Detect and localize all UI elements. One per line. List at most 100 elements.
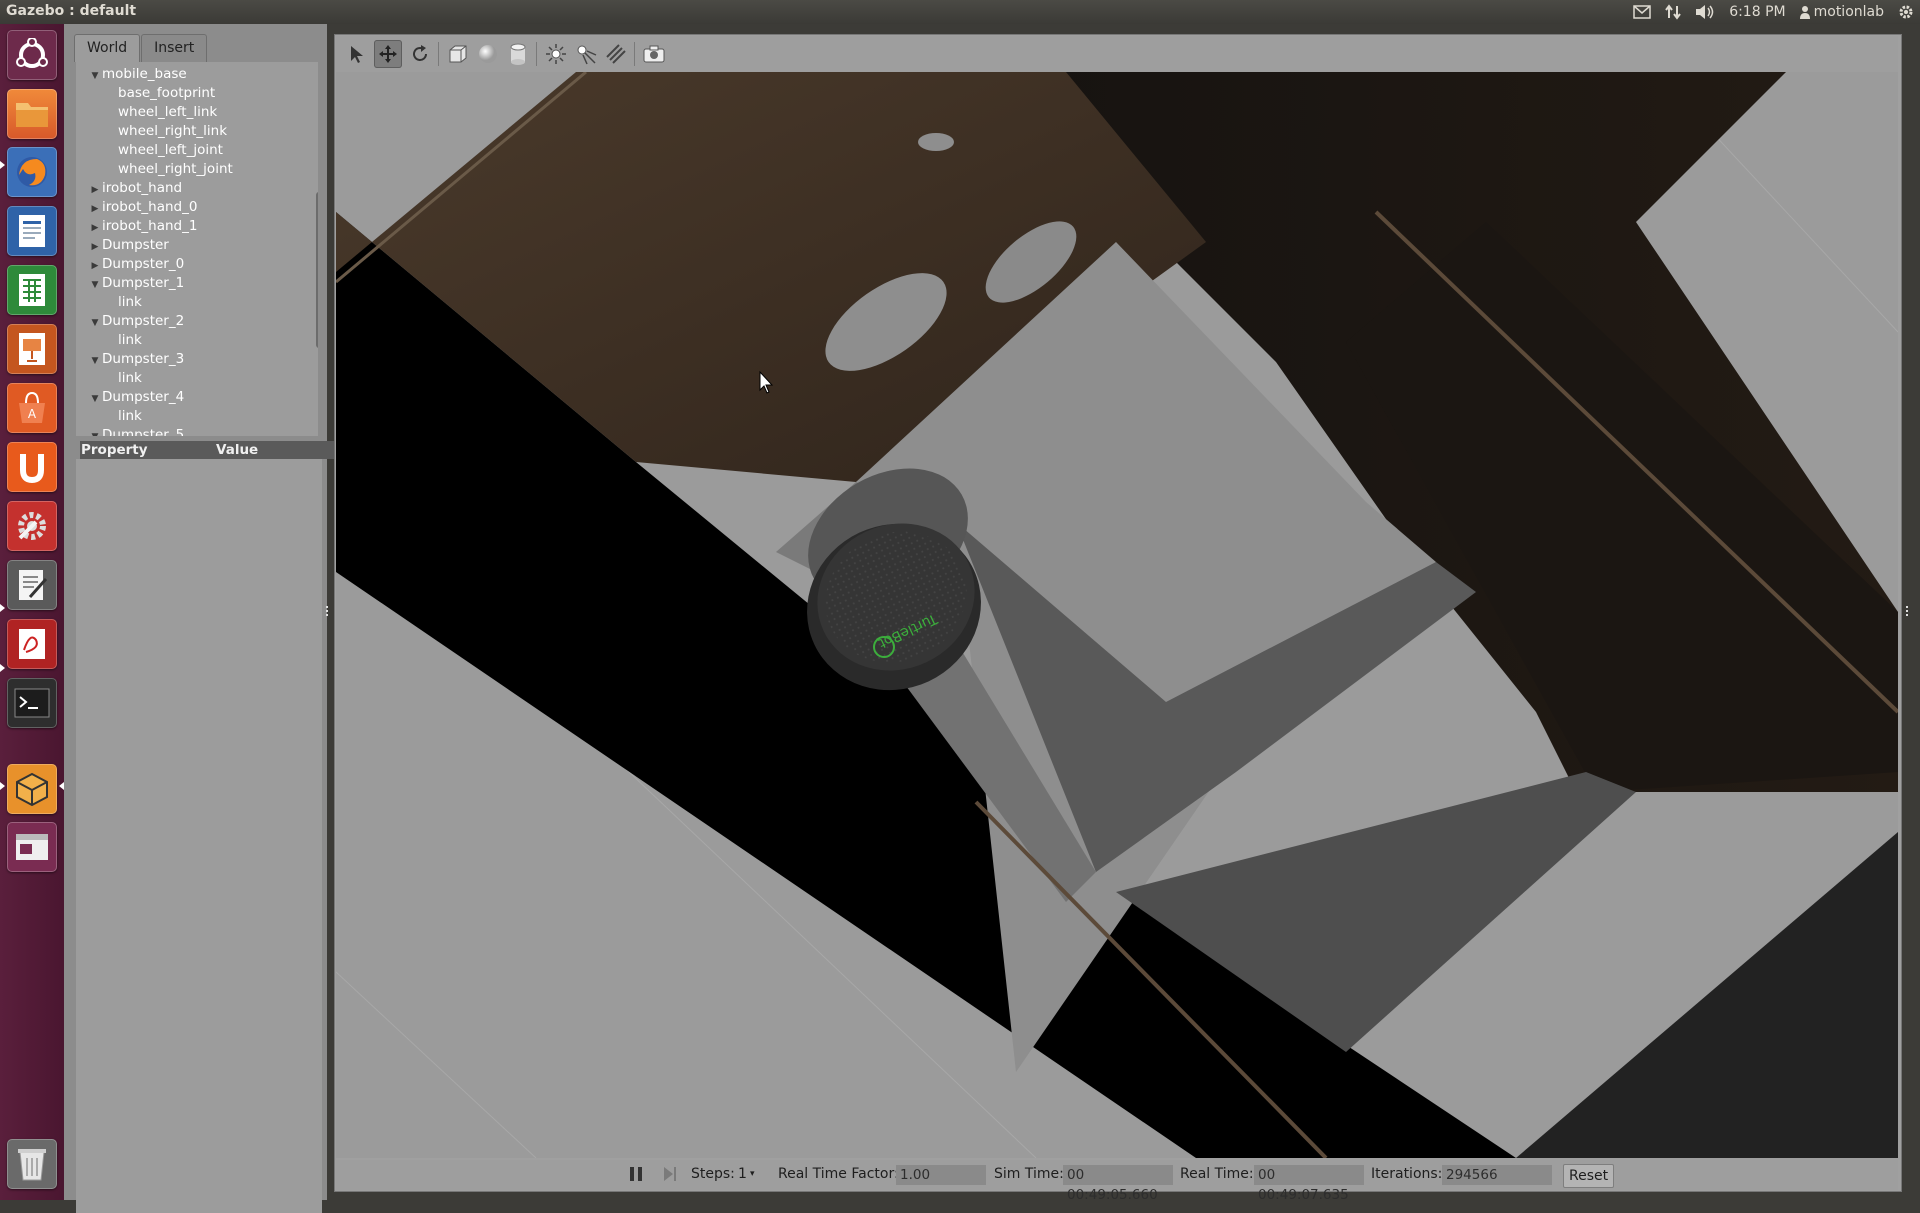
tree-item-label: Dumpster_2	[102, 313, 185, 329]
spot-light-icon[interactable]	[572, 40, 600, 68]
system-settings-icon[interactable]	[7, 501, 57, 551]
simulation-status-bar: Steps: 1 ▾ Real Time Factor: 1.00 Sim Ti…	[336, 1160, 1898, 1203]
reset-button[interactable]: Reset	[1563, 1164, 1615, 1188]
chevron-down-icon[interactable]: ▾	[750, 1169, 755, 1179]
tree-item[interactable]: wheel_left_link	[104, 103, 217, 122]
document-viewer-icon[interactable]	[7, 619, 57, 669]
tree-item-label: link	[118, 370, 142, 386]
dash-home-icon[interactable]	[7, 30, 57, 80]
tree-item-label: irobot_hand_0	[102, 199, 198, 215]
tree-item-label: Dumpster_0	[102, 256, 185, 272]
tree-item-label: irobot_hand_1	[102, 218, 198, 234]
expanded-arrow-icon[interactable]: ▼	[88, 314, 102, 333]
point-light-icon[interactable]	[542, 40, 570, 68]
mail-icon[interactable]	[1633, 5, 1651, 19]
sim-time-value: 00 00:49:05.660	[1063, 1165, 1173, 1203]
workspace-switcher-icon[interactable]	[7, 822, 57, 872]
iterations-value: 294566	[1442, 1165, 1552, 1185]
screenshot-camera-icon[interactable]	[640, 40, 668, 68]
directional-light-icon[interactable]	[602, 40, 630, 68]
software-center-icon[interactable]: A	[7, 383, 57, 433]
tree-item[interactable]: ▶ Dumpster	[88, 236, 169, 255]
cylinder-shape-icon[interactable]	[504, 40, 532, 68]
tree-item[interactable]: link	[104, 331, 142, 350]
tree-item-label: irobot_hand	[102, 180, 183, 196]
tree-item-label: link	[118, 294, 142, 310]
tree-item-label: link	[118, 332, 142, 348]
panel-tabs: World Insert	[74, 34, 208, 62]
tree-item[interactable]: ▶ irobot_hand	[88, 179, 183, 198]
tab-world[interactable]: World	[74, 34, 141, 62]
scene-render: TurtleBot	[336, 72, 1898, 1158]
trash-icon[interactable]	[7, 1139, 57, 1189]
gazebo-icon[interactable]	[7, 764, 57, 814]
left-panel: World Insert ▼ mobile_base base_footprint w…	[64, 24, 381, 1213]
settings-gear-icon[interactable]	[1898, 4, 1914, 20]
tree-item-label: Dumpster	[102, 237, 169, 253]
tree-item[interactable]: link	[104, 293, 142, 312]
property-table[interactable]	[76, 459, 322, 1213]
tree-item[interactable]: ▼ Dumpster_3	[88, 350, 185, 371]
tree-item[interactable]: base_footprint	[104, 84, 215, 103]
tree-item[interactable]: ▶ irobot_hand_0	[88, 198, 198, 217]
toolbar-separator	[438, 42, 439, 66]
expanded-arrow-icon[interactable]: ▼	[88, 276, 102, 295]
system-tray: 6:18 PM motionlab	[1633, 0, 1914, 24]
iterations-label: Iterations:	[1371, 1166, 1443, 1182]
tree-item-label: wheel_right_link	[118, 123, 228, 139]
3d-viewport[interactable]: TurtleBot	[336, 72, 1898, 1158]
value-column-header: Value	[216, 442, 259, 458]
tree-item[interactable]: wheel_right_joint	[104, 160, 233, 179]
user-name: motionlab	[1813, 4, 1884, 20]
firefox-icon[interactable]	[7, 147, 57, 197]
impress-icon[interactable]	[7, 324, 57, 374]
writer-icon[interactable]	[7, 206, 57, 256]
real-time-factor-value: 1.00	[896, 1165, 986, 1185]
user-menu[interactable]: motionlab	[1799, 4, 1884, 20]
world-tree[interactable]: ▼ mobile_base base_footprint wheel_left_lin…	[76, 62, 318, 436]
ubuntu-one-icon[interactable]	[7, 442, 57, 492]
tree-item-label: Dumpster_4	[102, 389, 185, 405]
tree-item[interactable]: link	[104, 407, 142, 426]
sphere-shape-icon[interactable]	[474, 40, 502, 68]
expanded-arrow-icon[interactable]: ▼	[88, 390, 102, 409]
rotate-icon[interactable]	[406, 40, 434, 68]
right-splitter-handle[interactable]	[1906, 606, 1912, 616]
terminal-icon[interactable]	[7, 678, 57, 728]
select-arrow-icon[interactable]	[344, 40, 372, 68]
text-editor-icon[interactable]	[7, 560, 57, 610]
tree-item[interactable]: wheel_left_joint	[104, 141, 223, 160]
window-title: Gazebo : default	[6, 3, 137, 19]
svg-text:A: A	[28, 407, 37, 421]
files-icon[interactable]	[7, 89, 57, 139]
network-icon[interactable]	[1665, 4, 1681, 20]
real-time-label: Real Time:	[1180, 1166, 1254, 1182]
tree-item[interactable]: ▼ Dumpster_4	[88, 388, 185, 409]
tree-scrollbar[interactable]	[316, 192, 318, 348]
render-toolbar	[336, 36, 1898, 72]
translate-icon[interactable]	[374, 40, 402, 68]
tree-item[interactable]: ▶ irobot_hand_1	[88, 217, 198, 236]
tab-insert[interactable]: Insert	[141, 34, 208, 62]
tree-item-label: link	[118, 408, 142, 424]
left-splitter-handle[interactable]	[326, 606, 332, 616]
volume-icon[interactable]	[1695, 4, 1715, 20]
tree-item[interactable]: ▶ Dumpster_0	[88, 255, 185, 274]
box-shape-icon[interactable]	[444, 40, 472, 68]
tree-item-label: wheel_left_joint	[118, 142, 223, 158]
toolbar-separator	[536, 42, 537, 66]
expanded-arrow-icon[interactable]: ▼	[88, 352, 102, 371]
calc-icon[interactable]	[7, 265, 57, 315]
tree-item[interactable]: ▼ mobile_base	[88, 65, 187, 84]
tree-item[interactable]: ▼ Dumpster_2	[88, 312, 185, 333]
expanded-arrow-icon[interactable]: ▼	[88, 67, 102, 86]
tree-item[interactable]: ▼ Dumpster_1	[88, 274, 185, 295]
tree-item[interactable]: link	[104, 369, 142, 388]
tree-item[interactable]: ▼Dumpster_5	[88, 426, 185, 436]
step-button[interactable]	[662, 1165, 678, 1187]
pause-button[interactable]	[628, 1165, 644, 1187]
clock[interactable]: 6:18 PM	[1729, 4, 1785, 20]
steps-spinbox[interactable]: 1	[738, 1166, 747, 1182]
tree-item[interactable]: wheel_right_link	[104, 122, 227, 141]
expanded-arrow-icon[interactable]: ▼	[88, 428, 102, 436]
